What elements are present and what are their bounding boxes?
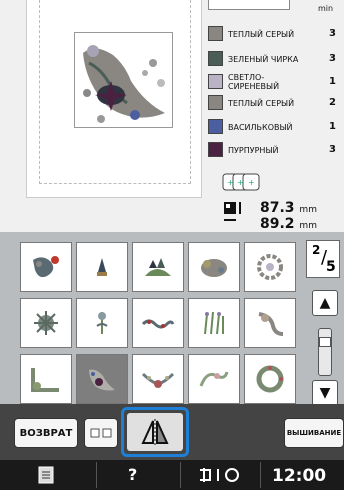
pattern-thumbnail [256,365,284,393]
thread-color-swatch [208,26,223,41]
thread-color-swatch [208,119,223,134]
pattern-cell-selected[interactable] [76,354,128,404]
pattern-thumbnail [96,312,108,334]
svg-text:+: + [248,178,255,187]
needle-icon[interactable] [198,466,246,484]
pattern-cell[interactable] [76,242,128,292]
thread-row: СВЕТЛО- СИРЕНЕВЫЙ 1 [208,73,344,91]
pattern-thumbnail [97,258,107,276]
pattern-cell[interactable] [132,354,184,404]
scroll-up-button[interactable]: ▲ [312,290,338,316]
svg-text:+: + [227,178,234,187]
pattern-thumbnail [145,258,171,276]
thread-row: ТЕПЛЫЙ СЕРЫЙ 2 [208,94,344,112]
pattern-cell[interactable] [20,298,72,348]
thread-color-swatch [208,74,223,89]
pattern-size-values: 87.3 mm 89.2 mm [260,201,317,233]
thread-color-swatch [208,51,223,66]
thread-name: ВАСИЛЬКОВЫЙ [228,122,293,132]
thread-name: ПУРПУРНЫЙ [228,145,279,155]
pattern-thumbnail [141,319,175,329]
status-separator [180,462,181,488]
minutes-header: min [318,4,334,13]
pattern-thumbnail [33,256,59,278]
thread-color-swatch [208,95,223,110]
pattern-size-icon [224,202,241,221]
size-unit: mm [299,205,317,215]
mirror-icon [141,419,169,445]
pattern-bounding-box [74,32,173,128]
thread-name: ТЕПЛЫЙ СЕРЫЙ [228,98,295,108]
pattern-cell[interactable] [188,354,240,404]
group-view-button[interactable] [84,418,118,448]
page-current: 2 [312,243,321,257]
thread-name: СВЕТЛО- СИРЕНЕВЫЙ [228,73,280,91]
pattern-cell[interactable] [132,298,184,348]
pattern-cell[interactable] [188,242,240,292]
mirror-button-face [127,413,183,451]
pattern-thumbnail [89,369,115,391]
pattern-thumbnail [34,311,58,335]
help-icon[interactable]: ? [128,465,137,484]
thread-row: ТЕПЛЫЙ СЕРЫЙ 3 [208,25,344,43]
scrollbar-thumb[interactable] [319,337,331,347]
thread-minutes: 2 [329,97,336,108]
thread-minutes: 1 [329,76,336,87]
size-unit: mm [299,221,317,231]
embroider-button[interactable]: ВЫШИВАНИЕ [284,418,344,448]
thread-row: ПУРПУРНЫЙ 3 [208,141,344,159]
thread-minutes: 3 [329,53,336,64]
scrollbar-track[interactable] [318,328,332,376]
thread-color-swatch [208,142,223,157]
pattern-thumbnail [31,368,59,392]
pattern-cell[interactable] [188,298,240,348]
pattern-image [83,45,165,123]
status-separator [260,462,261,488]
thread-name: ТЕПЛЫЙ СЕРЫЙ [228,29,295,39]
pattern-preview [26,0,202,198]
page-indicator: 2 / 5 [306,240,340,278]
back-button[interactable]: ВОЗВРАТ [14,418,78,448]
svg-text:+: + [237,178,244,187]
pattern-thumbnail [201,259,227,277]
thread-row: ВАСИЛЬКОВЫЙ 1 [208,118,344,136]
hoop-size-icon: + + + [222,173,260,191]
thread-minutes: 1 [329,121,336,132]
hoop-area [39,0,191,184]
status-separator [96,462,97,488]
pattern-thumbnail [199,371,229,387]
clock: 12:00 [272,466,327,486]
pattern-cell[interactable] [244,298,296,348]
pattern-thumbnail [141,372,175,388]
pattern-cell[interactable] [244,242,296,292]
pattern-thumbnail [258,312,284,336]
triangle-down-icon: ▼ [319,385,331,401]
thread-row: ЗЕЛЕНЫЙ ЧИРКА 3 [208,50,344,68]
scroll-down-button[interactable]: ▼ [312,380,338,406]
pattern-cell[interactable] [76,298,128,348]
embroidery-screen: min ТЕПЛЫЙ СЕРЫЙ 3 ЗЕЛЕНЫЙ ЧИРКА 3 СВЕТЛ… [0,0,344,490]
size-height: 89.2 [260,216,295,232]
pattern-cell[interactable] [20,242,72,292]
page-total: 5 [326,259,336,275]
thread-name: ЗЕЛЕНЫЙ ЧИРКА [228,54,299,64]
size-width: 87.3 [260,200,295,216]
triangle-up-icon: ▲ [319,295,331,311]
pattern-thumbnail [257,254,283,280]
pattern-cell[interactable] [244,354,296,404]
mirror-button[interactable] [121,407,189,457]
two-squares-icon [90,428,112,438]
thread-minutes: 3 [329,28,336,39]
pattern-cell[interactable] [132,242,184,292]
thread-minutes: 3 [329,144,336,155]
pattern-thumbnail [204,311,224,335]
thread-list-top-frame [208,0,290,10]
document-icon[interactable] [38,466,54,484]
pattern-cell[interactable] [20,354,72,404]
